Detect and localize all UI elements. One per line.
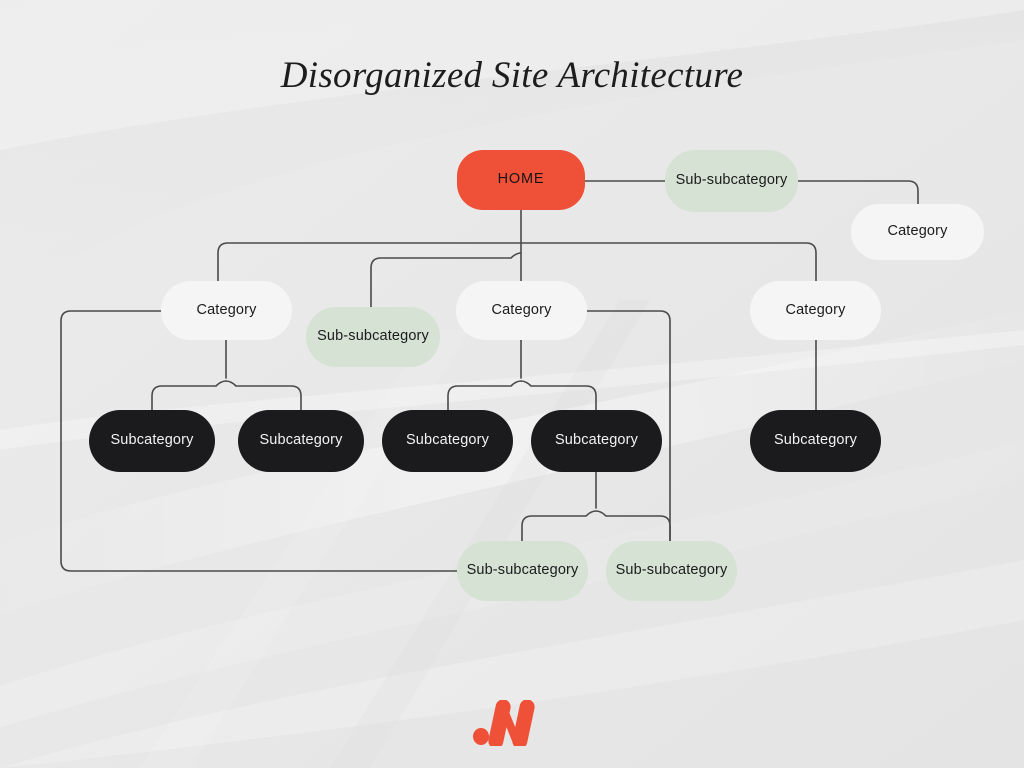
node-sub1[interactable]: Subcategory — [89, 410, 215, 472]
node-ssc_br[interactable]: Sub-subcategory — [606, 541, 737, 601]
node-cat_right[interactable]: Category — [750, 281, 881, 340]
node-cat_left[interactable]: Category — [161, 281, 292, 340]
diagram-canvas: Disorganized Site Architecture HOME Sub-s… — [0, 0, 1024, 768]
node-ssc_mid[interactable]: Sub-subcategory — [306, 307, 440, 367]
node-cat_mid[interactable]: Category — [456, 281, 587, 340]
node-label: Sub-subcategory — [615, 562, 728, 579]
node-label: Subcategory — [110, 432, 194, 449]
node-label: Category — [887, 223, 948, 240]
edge-home-to-cat-right — [520, 242, 817, 282]
edge-cat-mid-to-sub4 — [520, 380, 597, 411]
node-sub2[interactable]: Subcategory — [238, 410, 364, 472]
edge-ssc-top-to-cat-far-right — [797, 180, 919, 205]
connector-lines — [60, 180, 919, 572]
node-sub5[interactable]: Subcategory — [750, 410, 881, 472]
node-sub4[interactable]: Subcategory — [531, 410, 662, 472]
node-label: Subcategory — [773, 432, 858, 449]
node-ssc_top[interactable]: Sub-subcategory — [665, 150, 798, 212]
node-label: Sub-subcategory — [466, 562, 579, 579]
node-sub3[interactable]: Subcategory — [382, 410, 513, 472]
edge-home-to-cat-left — [217, 242, 522, 282]
node-label: Subcategory — [405, 432, 490, 449]
edge-cat-mid-to-sub3 — [447, 380, 522, 411]
node-label: Category — [491, 301, 552, 318]
edge-sub4-to-ssc-br — [595, 510, 671, 542]
page-title: Disorganized Site Architecture — [280, 55, 744, 96]
node-label: Sub-subcategory — [317, 328, 429, 345]
edge-cat-left-to-sub1 — [151, 380, 227, 411]
node-ssc_bl[interactable]: Sub-subcategory — [457, 541, 588, 601]
node-label: Category — [196, 301, 257, 318]
node-home[interactable]: HOME — [457, 150, 585, 210]
node-label: HOME — [497, 171, 545, 188]
background-texture — [0, 0, 1024, 768]
node-label: Sub-subcategory — [675, 172, 788, 189]
node-cat_far_right[interactable]: Category — [851, 204, 984, 260]
dot-m-logo-icon — [473, 700, 535, 746]
edge-cat-left-to-sub2 — [225, 380, 302, 411]
edge-sub4-to-ssc-bl — [521, 510, 597, 542]
node-label: Subcategory — [554, 432, 639, 449]
node-label: Category — [785, 301, 846, 318]
node-label: Subcategory — [259, 432, 343, 449]
